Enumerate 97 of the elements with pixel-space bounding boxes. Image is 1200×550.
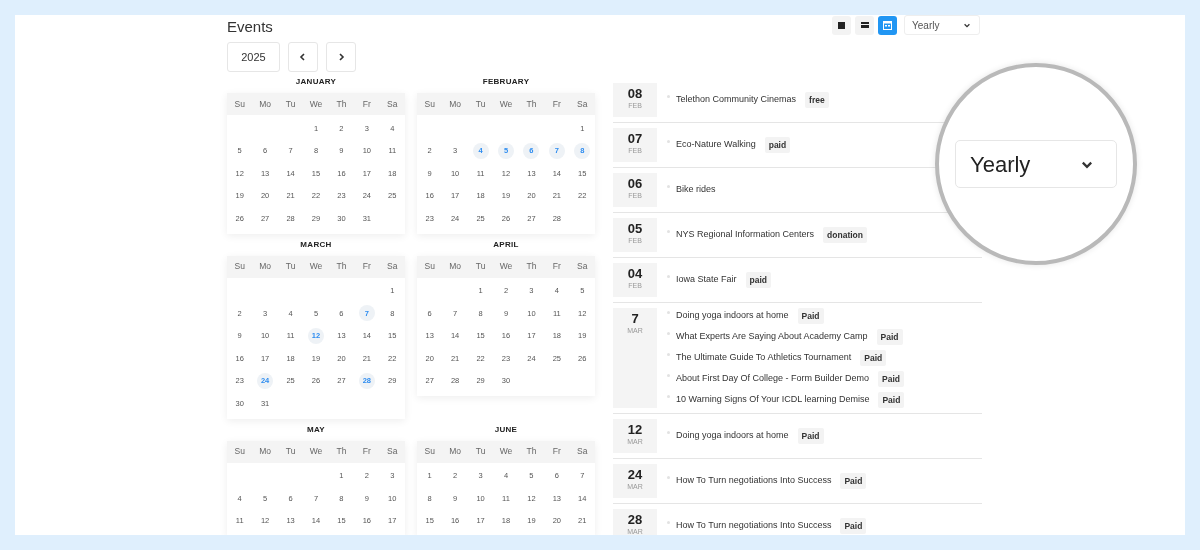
weekday-label: Fr	[361, 445, 372, 458]
event-tag: Paid	[878, 370, 904, 388]
date-day: 28	[627, 512, 643, 527]
weekday-label: Tu	[284, 260, 297, 273]
weekday-label: Mo	[448, 260, 463, 273]
weekday-label: Tu	[474, 97, 487, 111]
weekday-label: Th	[335, 445, 348, 458]
event-title[interactable]: Bike rides	[676, 183, 716, 197]
weekday-label: Su	[423, 97, 436, 111]
page-title: Events	[227, 17, 273, 37]
event-tag: Paid	[797, 307, 824, 325]
event-tag: Paid	[840, 517, 867, 535]
list-icon	[860, 22, 869, 28]
month-title: APRIL	[492, 239, 520, 250]
weekday-label: We	[308, 97, 324, 111]
event-tag: Paid	[876, 328, 903, 346]
weekday-label: Th	[525, 445, 538, 458]
weekday-label: Fr	[361, 260, 372, 273]
event-title[interactable]: Doing yoga indoors at home	[676, 429, 789, 443]
weekday-label: Sa	[576, 260, 589, 273]
event-title[interactable]: Eco-Nature Walking	[676, 138, 756, 152]
view-toggle-button[interactable]	[878, 15, 897, 35]
weekday-label: Mo	[448, 97, 463, 111]
weekday-label: Fr	[551, 97, 562, 111]
month-title: JANUARY	[294, 77, 338, 87]
event-tag: free	[805, 91, 829, 109]
weekday-label: We	[498, 97, 514, 111]
period-select[interactable]: Yearly	[904, 15, 980, 35]
weekday-label: We	[308, 445, 324, 458]
month-title: FEBRUARY	[481, 77, 531, 87]
event-title[interactable]: NYS Regional Information Centers	[676, 228, 815, 242]
next-button[interactable]	[326, 42, 356, 72]
month-title: JUNE	[493, 424, 519, 435]
weekday-label: Fr	[551, 260, 562, 273]
date-day: 06	[627, 176, 643, 191]
weekday-label: Sa	[386, 260, 399, 273]
weekday-label: Tu	[284, 97, 297, 111]
event-title[interactable]: How To Turn negotiations Into Success	[676, 474, 832, 488]
chevron-left-icon	[298, 52, 308, 62]
event-title[interactable]: What Experts Are Saying About Academy Camp	[676, 330, 868, 344]
weekday-label: Th	[335, 260, 348, 273]
calendar-icon	[883, 20, 892, 30]
date-day: 12	[627, 422, 643, 437]
event-title[interactable]: The Ultimate Guide To Athletics Tournament	[676, 351, 852, 365]
weekday-label: Mo	[448, 445, 463, 458]
weekday-label: Fr	[551, 445, 562, 458]
period-select-zoomed: Yearly	[955, 140, 1117, 188]
weekday-label: Su	[233, 97, 246, 111]
weekday-label: Tu	[474, 445, 487, 458]
date-day: 04	[627, 266, 643, 281]
month-title: MAY	[306, 424, 326, 435]
date-day: 05	[627, 221, 643, 236]
event-title[interactable]: How To Turn negotiations Into Success	[676, 519, 832, 533]
weekday-label: Th	[525, 260, 538, 273]
event-title[interactable]: Doing yoga indoors at home	[676, 309, 789, 323]
weekday-label: Mo	[258, 260, 273, 273]
event-tag: paid	[764, 136, 791, 154]
date-day: 08	[627, 86, 643, 101]
event-tag: donation	[823, 226, 867, 244]
weekday-label: Sa	[386, 445, 399, 458]
date-day: 7	[631, 311, 639, 326]
weekday-label: Th	[525, 97, 538, 111]
date-day: 07	[627, 131, 643, 146]
weekday-label: Sa	[576, 97, 589, 111]
chevron-right-icon	[336, 52, 346, 62]
event-tag: Paid	[878, 391, 905, 409]
event-title[interactable]: Telethon Community Cinemas	[676, 93, 797, 107]
event-title[interactable]: Iowa State Fair	[676, 273, 737, 287]
weekday-label: Mo	[258, 445, 273, 458]
event-title[interactable]: 10 Warning Signs Of Your ICDL learning Demise	[676, 393, 870, 407]
previous-button[interactable]	[288, 42, 318, 72]
view-toggle-button[interactable]	[832, 15, 851, 35]
weekday-label: Sa	[386, 97, 399, 111]
weekday-label: Su	[233, 445, 246, 458]
chevron-down-icon	[963, 21, 971, 29]
event-tag: Paid	[797, 427, 824, 445]
event-tag: Paid	[860, 349, 887, 367]
weekday-label: Su	[233, 260, 246, 273]
weekday-label: We	[308, 260, 324, 273]
year-field[interactable]: 2025	[227, 42, 280, 72]
weekday-label: Sa	[576, 445, 589, 458]
event-tag: Paid	[840, 472, 867, 490]
weekday-label: Fr	[361, 97, 372, 111]
weekday-label: Tu	[474, 260, 487, 273]
weekday-label: Mo	[258, 97, 273, 111]
month-title: MARCH	[299, 239, 333, 250]
event-title[interactable]: About First Day Of College - Form Builder Demo	[676, 372, 870, 386]
weekday-label: Tu	[284, 445, 297, 458]
date-day: 24	[627, 467, 643, 482]
weekday-label: Su	[423, 445, 436, 458]
weekday-label: Th	[335, 97, 348, 111]
weekday-label: We	[498, 445, 514, 458]
weekday-label: Su	[423, 260, 436, 273]
weekday-label: We	[498, 260, 514, 273]
event-tag: paid	[745, 271, 771, 289]
view-toggle-button[interactable]	[855, 15, 874, 35]
square-icon	[838, 21, 845, 29]
